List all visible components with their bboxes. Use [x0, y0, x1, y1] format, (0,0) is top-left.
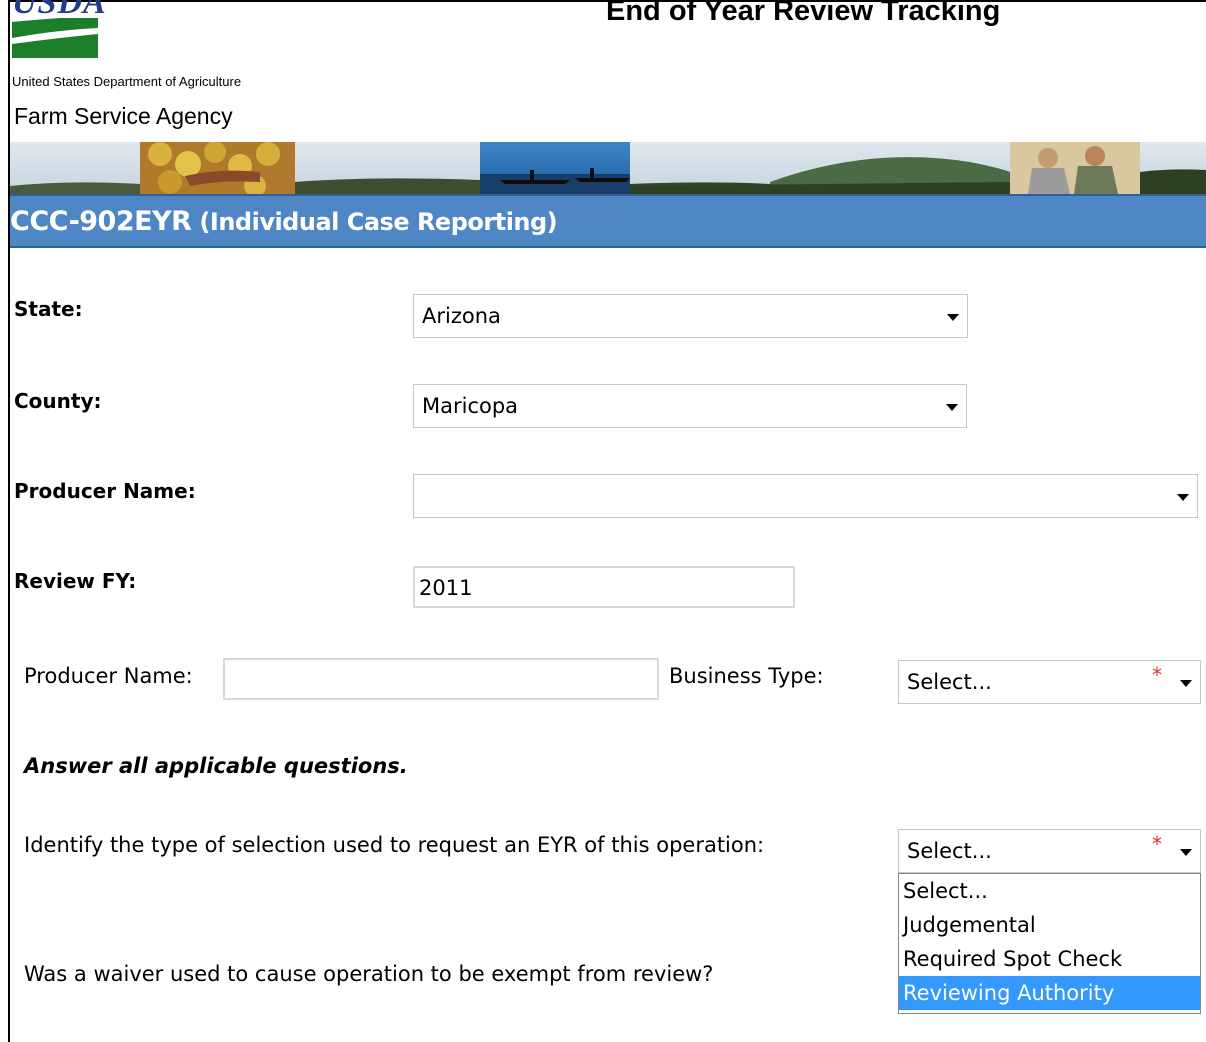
- chevron-down-icon: [946, 404, 958, 411]
- state-label: State:: [14, 297, 83, 321]
- state-value: Arizona: [422, 304, 501, 328]
- dropdown-option[interactable]: Required Spot Check: [899, 942, 1200, 976]
- business-type-label: Business Type:: [669, 664, 824, 688]
- chevron-down-icon: [1180, 849, 1192, 856]
- waiver-question: Was a waiver used to cause operation to …: [24, 962, 714, 986]
- producer-name-input-label: Producer Name:: [24, 664, 193, 688]
- form-title-bar: CCC-902EYR (Individual Case Reporting): [10, 194, 1206, 248]
- required-asterisk-icon: *: [1152, 832, 1162, 856]
- business-type-select[interactable]: Select... *: [898, 660, 1201, 704]
- department-name: United States Department of Agriculture: [12, 74, 242, 89]
- selection-type-value: Select...: [907, 839, 992, 863]
- agency-name: Farm Service Agency: [14, 103, 233, 129]
- county-select[interactable]: Maricopa: [413, 384, 967, 428]
- dropdown-option-highlighted[interactable]: Reviewing Authority: [899, 976, 1200, 1010]
- dropdown-option[interactable]: Select...: [899, 874, 1200, 908]
- form-description: (Individual Case Reporting): [199, 208, 558, 236]
- form-code: CCC-902EYR: [10, 206, 192, 237]
- review-fy-label: Review FY:: [14, 569, 137, 593]
- selection-type-select[interactable]: Select... *: [898, 829, 1201, 873]
- selection-type-question: Identify the type of selection used to r…: [24, 833, 765, 857]
- usda-logo-icon: [12, 18, 98, 58]
- producer-name-input[interactable]: [223, 658, 659, 700]
- selection-type-dropdown-list[interactable]: Select... Judgemental Required Spot Chec…: [898, 873, 1201, 1014]
- chevron-down-icon: [947, 314, 959, 321]
- dropdown-option[interactable]: Judgemental: [899, 908, 1200, 942]
- county-label: County:: [14, 389, 102, 413]
- producer-name-select[interactable]: [413, 474, 1198, 518]
- producer-name-label: Producer Name:: [14, 479, 196, 503]
- business-type-value: Select...: [907, 670, 992, 694]
- instruction-text: Answer all applicable questions.: [24, 754, 408, 778]
- required-asterisk-icon: *: [1152, 663, 1162, 687]
- review-fy-value: 2011: [419, 576, 473, 600]
- state-select[interactable]: Arizona: [413, 294, 968, 338]
- banner-image: [10, 142, 1206, 194]
- page-title: End of Year Review Tracking: [606, 0, 1001, 27]
- form-title: CCC-902EYR (Individual Case Reporting): [10, 206, 558, 237]
- chevron-down-icon: [1180, 680, 1192, 687]
- county-value: Maricopa: [422, 394, 519, 418]
- review-fy-input[interactable]: 2011: [413, 566, 795, 608]
- chevron-down-icon: [1177, 494, 1189, 501]
